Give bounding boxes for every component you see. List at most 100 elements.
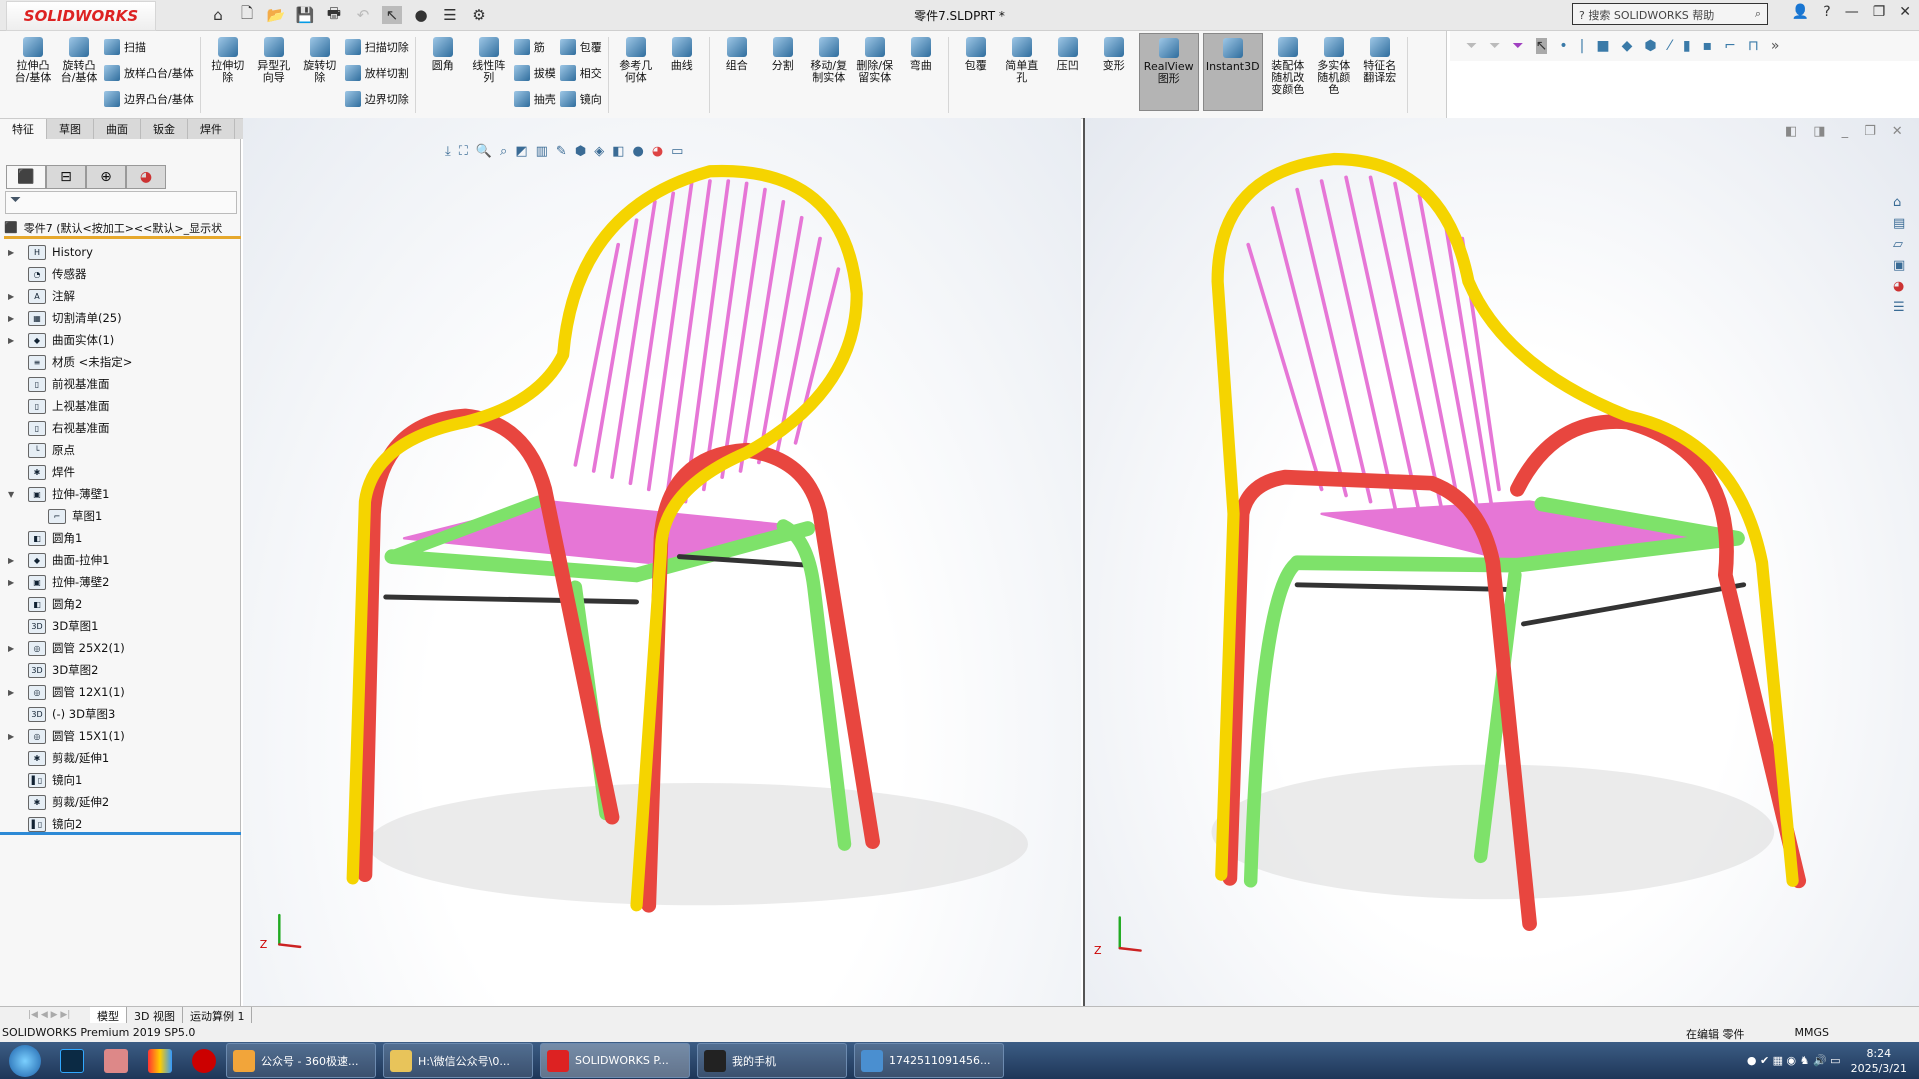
taskbar-window-button[interactable]: 1742511091456... (854, 1043, 1004, 1078)
tree-root-part[interactable]: ⬛ 零件7 (默认<按加工><<默认>_显示状 (4, 219, 241, 239)
ribbon-small-command[interactable]: 抽壳 (513, 89, 556, 109)
tree-item[interactable]: ▯ 前视基准面 (0, 373, 241, 395)
solid-filter-icon[interactable]: ⬢ (1644, 38, 1656, 54)
restore-pane-icon[interactable]: ❐ (1864, 124, 1876, 139)
photoshop-icon[interactable] (50, 1043, 94, 1078)
taskbar-window-button[interactable]: 公众号 - 360极速... (226, 1043, 376, 1078)
dynamic-annotation-icon[interactable]: ▥ (536, 144, 548, 159)
record-icon[interactable] (182, 1043, 226, 1078)
prev-pane-icon[interactable]: ◧ (1785, 124, 1797, 139)
clock[interactable]: 8:24 2025/3/21 (1851, 1046, 1907, 1076)
tree-item[interactable]: 3D (-) 3D草图3 (0, 703, 241, 725)
filter-icon[interactable]: ⏷ (1466, 38, 1477, 54)
apply-scene-icon[interactable]: ● (632, 144, 643, 159)
ribbon-command-button[interactable]: 旋转切除 (299, 37, 341, 113)
configuration-manager-tab[interactable]: ⊕ (86, 165, 126, 189)
tab-2[interactable]: 曲面 (94, 119, 141, 139)
ribbon-command-button[interactable]: Instant3D (1202, 33, 1263, 111)
tab-scroll-arrows[interactable]: |◀ ◀ ▶ ▶| (28, 1007, 90, 1023)
graphics-viewport-right[interactable] (1083, 118, 1919, 1006)
minimize-pane-icon[interactable]: _ (1842, 124, 1849, 139)
expand-toggle-icon[interactable]: ▶ (8, 248, 18, 257)
scene-icon[interactable]: ◕ (652, 144, 663, 159)
tree-item[interactable]: ▶ H History (0, 241, 241, 263)
search-icon[interactable]: ⌕ (1755, 7, 1761, 21)
plane-filter-icon[interactable]: ▮ (1683, 38, 1691, 54)
tree-item[interactable]: ▶ ◎ 圆管 15X1(1) (0, 725, 241, 747)
units-selector[interactable]: MMGS (1795, 1026, 1830, 1042)
zoom-to-fit-icon[interactable]: ⛶ (459, 144, 468, 159)
view-orientation-icon[interactable]: ⤓ (445, 144, 451, 159)
home-icon[interactable]: ⌂ (1893, 195, 1917, 210)
tree-item[interactable]: ▯ 右视基准面 (0, 417, 241, 439)
ribbon-command-button[interactable]: 旋转凸台/基体 (58, 37, 100, 113)
start-button[interactable] (0, 1042, 50, 1079)
minimize-button[interactable]: — (1845, 4, 1859, 20)
taskbar-window-button[interactable]: SOLIDWORKS P... (540, 1043, 690, 1078)
expand-toggle-icon[interactable]: ▶ (8, 732, 18, 741)
ribbon-small-command[interactable]: 镜向 (559, 89, 602, 109)
ribbon-small-command[interactable]: 边界凸台/基体 (104, 89, 194, 109)
face-filter-icon[interactable]: ■ (1596, 38, 1609, 54)
select-icon[interactable]: ↖ (1535, 38, 1548, 54)
ribbon-small-command[interactable]: 放样凸台/基体 (104, 63, 194, 83)
more-icon[interactable]: » (1771, 38, 1780, 54)
expand-toggle-icon[interactable]: ▶ (8, 556, 18, 565)
tree-item[interactable]: ▌▯ 镜向1 (0, 769, 241, 791)
tree-item[interactable]: 3D 3D草图1 (0, 615, 241, 637)
ribbon-command-button[interactable]: 分割 (762, 37, 804, 113)
tree-item[interactable]: ✱ 焊件 (0, 461, 241, 483)
file-explorer-icon[interactable]: ▱ (1893, 237, 1917, 252)
axis-filter-icon[interactable]: ⁄ (1669, 38, 1671, 54)
edit-appearance-icon[interactable]: ◧ (612, 144, 624, 159)
hide-show-icon[interactable]: ◈ (594, 144, 604, 159)
tree-item[interactable]: ✱ 剪裁/延伸1 (0, 747, 241, 769)
ribbon-command-button[interactable]: 简单直孔 (1001, 37, 1043, 113)
ribbon-command-button[interactable]: 组合 (716, 37, 758, 113)
vertex-filter-icon[interactable]: ▪ (1703, 38, 1713, 54)
ribbon-command-button[interactable]: 特征名翻译宏 (1359, 37, 1401, 113)
ribbon-small-command[interactable]: 包覆 (559, 37, 602, 57)
zoom-area-icon[interactable]: 🔍 (476, 144, 492, 159)
ribbon-command-button[interactable]: 拉伸凸台/基体 (12, 37, 54, 113)
tree-item[interactable]: ≡ 材质 <未指定> (0, 351, 241, 373)
dimension-filter-icon[interactable]: ⊓ (1748, 38, 1759, 54)
bottom-tab[interactable]: 3D 视图 (127, 1007, 183, 1023)
ribbon-command-button[interactable]: RealView图形 (1138, 33, 1199, 111)
tab-1[interactable]: 草图 (47, 119, 94, 139)
expand-toggle-icon[interactable]: ▶ (8, 688, 18, 697)
next-pane-icon[interactable]: ◨ (1813, 124, 1825, 139)
ribbon-command-button[interactable]: 变形 (1093, 37, 1135, 113)
appearances-icon[interactable]: ◕ (1893, 279, 1917, 294)
graphics-viewport-left[interactable] (243, 118, 1081, 1006)
bottom-tab[interactable]: 运动算例 1 (183, 1007, 253, 1023)
ribbon-command-button[interactable]: 删除/保留实体 (854, 37, 896, 113)
tab-4[interactable]: 焊件 (188, 119, 235, 139)
tab-0[interactable]: 特征 (0, 119, 47, 139)
ribbon-command-button[interactable]: 装配体随机改变颜色 (1267, 37, 1309, 113)
taskbar-window-button[interactable]: H:\微信公众号\0... (383, 1043, 533, 1078)
restore-button[interactable]: ❐ (1873, 4, 1886, 20)
expand-toggle-icon[interactable]: ▶ (8, 578, 18, 587)
ribbon-small-command[interactable]: 边界切除 (344, 89, 409, 109)
expand-toggle-icon[interactable]: ▼ (8, 490, 18, 499)
close-pane-icon[interactable]: ✕ (1892, 124, 1903, 139)
section-view-icon[interactable]: ◩ (515, 144, 527, 159)
feature-manager-tab[interactable]: ⬛ (6, 165, 46, 189)
tree-item[interactable]: └ 原点 (0, 439, 241, 461)
ribbon-small-command[interactable]: 筋 (513, 37, 556, 57)
expand-toggle-icon[interactable]: ▶ (8, 336, 18, 345)
expand-toggle-icon[interactable]: ▶ (8, 644, 18, 653)
app-icon[interactable] (94, 1043, 138, 1078)
ribbon-command-button[interactable]: 线性阵列 (468, 37, 510, 113)
display-style-icon[interactable]: ⬢ (575, 144, 586, 159)
ribbon-command-button[interactable]: 异型孔向导 (253, 37, 295, 113)
tree-item[interactable]: ◔ 传感器 (0, 263, 241, 285)
ribbon-command-button[interactable]: 拉伸切除 (207, 37, 249, 113)
ribbon-small-command[interactable]: 扫描 (104, 37, 194, 57)
tree-item[interactable]: ✱ 剪裁/延伸2 (0, 791, 241, 813)
tree-item[interactable]: ▶ ◆ 曲面实体(1) (0, 329, 241, 351)
ribbon-small-command[interactable]: 扫描切除 (344, 37, 409, 57)
ribbon-small-command[interactable]: 放样切割 (344, 63, 409, 83)
tree-item[interactable]: ▼ ▣ 拉伸-薄壁1 (0, 483, 241, 505)
